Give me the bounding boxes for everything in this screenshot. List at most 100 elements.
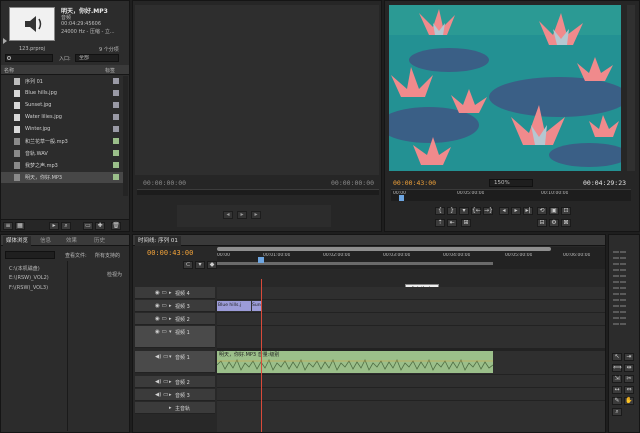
col-label[interactable]: 标签	[105, 67, 115, 74]
label-chip[interactable]	[113, 126, 119, 132]
zoom-tool-icon[interactable]: ⌕	[612, 408, 622, 416]
speaker-toggle-icon[interactable]: ◀) ▭	[155, 392, 168, 398]
browser-divider[interactable]	[67, 261, 68, 431]
eye-icon[interactable]: ◉ ▭	[155, 329, 167, 335]
tab-effects[interactable]: 效果	[63, 236, 80, 246]
source-play-icon[interactable]: ▸	[237, 211, 247, 219]
slide-tool-icon[interactable]: ⇔	[624, 386, 634, 394]
speaker-toggle-icon[interactable]: ◀) ▭	[155, 379, 168, 385]
drive-e[interactable]: E:\(RSW)_VOL2)	[9, 275, 49, 281]
set-marker-icon[interactable]: ▾	[459, 207, 469, 215]
expand-icon[interactable]: ▾	[169, 354, 172, 360]
step-forward-icon[interactable]: ▸|	[523, 207, 533, 215]
expand-icon[interactable]: ▸	[169, 379, 172, 385]
track-video-1[interactable]: ◉ ▭ ▾ 视频 1	[135, 326, 215, 348]
keyframe-icon[interactable]: ◆	[207, 261, 217, 269]
col-name[interactable]: 名称	[4, 67, 14, 74]
icon-view-icon[interactable]: ▦	[15, 222, 25, 230]
mark-out-icon[interactable]: }	[447, 207, 457, 215]
snap-icon[interactable]: ⊂	[183, 261, 193, 269]
ripple-tool-icon[interactable]: ⟺	[612, 364, 622, 372]
loop-icon[interactable]: ⟲	[537, 207, 547, 215]
label-chip[interactable]	[113, 90, 119, 96]
tab-media-browser[interactable]: 媒体浏览	[3, 236, 32, 246]
eye-icon[interactable]: ◉ ▭	[155, 290, 167, 296]
label-chip[interactable]	[113, 78, 119, 84]
program-scrollbar[interactable]	[627, 5, 635, 171]
list-item[interactable]: 音轨.WAV	[1, 148, 123, 159]
list-item[interactable]: 和兰花草一般.mp3	[1, 136, 123, 147]
trim-icon[interactable]: ⊞	[461, 219, 471, 227]
source-scrubber[interactable]	[137, 189, 379, 195]
program-tc-current[interactable]: 00:00:43:00	[393, 179, 436, 187]
list-item[interactable]: 序列 01	[1, 76, 123, 87]
expand-icon[interactable]: ▸	[169, 303, 172, 309]
play-button-icon[interactable]: ▸	[511, 207, 521, 215]
list-item[interactable]: Blue hills.jpg	[1, 88, 123, 99]
program-playhead[interactable]	[399, 195, 404, 201]
extract-icon[interactable]: ⇤	[447, 219, 457, 227]
timeline-zoom-bar[interactable]	[217, 247, 551, 251]
export-frame-icon[interactable]: ⊡	[561, 207, 571, 215]
new-item-icon[interactable]: ✚	[95, 222, 105, 230]
program-zoom[interactable]: 150%	[489, 179, 533, 187]
track-video-3[interactable]: ◉ ▭ ▸ 视频 3	[135, 300, 215, 312]
playhead-handle[interactable]	[258, 257, 264, 263]
multicam-icon[interactable]: ⊠	[561, 219, 571, 227]
hand-tool-icon[interactable]: ✋	[624, 397, 634, 405]
razor-tool-icon[interactable]: ✂	[624, 375, 634, 383]
label-chip[interactable]	[113, 102, 119, 108]
timeline-ruler[interactable]: 00:00 00:01:00:00 00:02:00:00 00:03:00:0…	[217, 247, 605, 269]
eye-icon[interactable]: ◉ ▭	[155, 303, 167, 309]
tab-info[interactable]: 信息	[37, 236, 54, 246]
tab-timeline-sequence[interactable]: 时间线: 序列 01	[135, 236, 181, 246]
drive-c[interactable]: C:\(本机磁盘)	[9, 265, 40, 272]
tab-history[interactable]: 历史	[91, 236, 108, 246]
track-audio-2[interactable]: ◀) ▭ ▸ 音频 2	[135, 376, 215, 388]
expand-icon[interactable]: ▸	[169, 316, 172, 322]
track-audio-1[interactable]: ◀) ▭ ▾ 音频 1	[135, 351, 215, 373]
in-dropdown[interactable]: 全部	[75, 54, 119, 62]
list-item[interactable]: 我梦之声.mp3	[1, 160, 123, 171]
label-chip[interactable]	[113, 150, 119, 156]
output-icon[interactable]: ⊟	[537, 219, 547, 227]
settings-icon[interactable]: ⚙	[549, 219, 559, 227]
expand-icon[interactable]: ▸	[169, 392, 172, 398]
audio-clip-mingtian[interactable]: 明天，你好.MP3 音量:级别	[217, 351, 493, 373]
go-to-in-icon[interactable]: {←	[471, 207, 481, 215]
track-video-4[interactable]: ◉ ▭ ▸ 视频 4	[135, 287, 215, 299]
list-item[interactable]: 明天，你好.MP3	[1, 172, 123, 183]
play-icon[interactable]	[3, 38, 7, 44]
label-chip[interactable]	[113, 138, 119, 144]
search-input[interactable]	[5, 54, 53, 62]
timeline-playhead-line[interactable]	[261, 279, 262, 432]
rate-stretch-tool-icon[interactable]: ⇲	[612, 375, 622, 383]
rolling-tool-icon[interactable]: ⇹	[624, 364, 634, 372]
automate-icon[interactable]: ▸	[49, 222, 59, 230]
pen-tool-icon[interactable]: ✎	[612, 397, 622, 405]
selection-tool-icon[interactable]: ↖	[612, 353, 622, 361]
find-icon[interactable]: ⌕	[61, 222, 71, 230]
view-dropdown[interactable]: 所有支持的	[95, 252, 129, 259]
list-item[interactable]: Sunset.jpg	[1, 100, 123, 111]
label-chip[interactable]	[113, 162, 119, 168]
timeline-timecode[interactable]: 00:00:43:00	[147, 249, 193, 257]
source-step-back-icon[interactable]: ◂	[223, 211, 233, 219]
label-chip[interactable]	[113, 174, 119, 180]
track-audio-3[interactable]: ◀) ▭ ▸ 音频 3	[135, 389, 215, 401]
track-select-tool-icon[interactable]: ⇥	[624, 353, 634, 361]
source-step-fwd-icon[interactable]: ▸	[251, 211, 261, 219]
lift-icon[interactable]: ⇡	[435, 219, 445, 227]
expand-icon[interactable]: ▸	[169, 290, 172, 296]
label-chip[interactable]	[113, 114, 119, 120]
slip-tool-icon[interactable]: ↔	[612, 386, 622, 394]
list-item[interactable]: Winter.jpg	[1, 124, 123, 135]
list-view-icon[interactable]: ≡	[3, 222, 13, 230]
expand-icon[interactable]: ▸	[169, 405, 172, 411]
track-video-2[interactable]: ◉ ▭ ▸ 视频 2	[135, 313, 215, 325]
drive-f[interactable]: F:\(RSW)_VOL3)	[9, 285, 48, 291]
expand-icon[interactable]: ▾	[169, 329, 172, 335]
eye-icon[interactable]: ◉ ▭	[155, 316, 167, 322]
new-bin-icon[interactable]: ▭	[83, 222, 93, 230]
marker-icon[interactable]: ▾	[195, 261, 205, 269]
